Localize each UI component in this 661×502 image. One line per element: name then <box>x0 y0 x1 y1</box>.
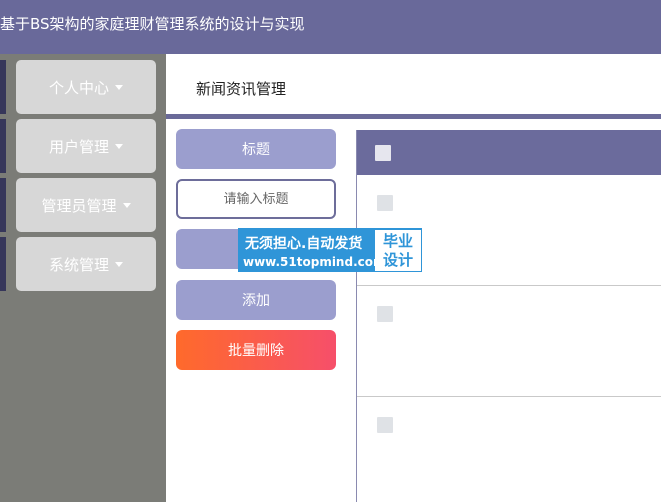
title-label-button[interactable]: 标题 <box>176 129 336 169</box>
caret-down-icon <box>115 84 123 90</box>
watermark-badge-line1: 毕业 <box>382 232 413 250</box>
watermark-text-block: 无须担心.自动发货 www.51topmind.com <box>239 229 386 273</box>
row-checkbox[interactable] <box>377 417 393 433</box>
watermark-banner: 无须担心.自动发货 www.51topmind.com 毕业 设计 <box>238 228 422 272</box>
sidebar-accent-bar <box>0 178 6 232</box>
row-checkbox[interactable] <box>377 195 393 211</box>
header-divider <box>166 114 661 119</box>
sidebar-item-admin-management[interactable]: 管理员管理 <box>16 178 156 232</box>
row-divider <box>357 396 661 397</box>
sidebar: 个人中心 用户管理 管理员管理 系统管理 <box>0 54 166 502</box>
sidebar-item-personal-center[interactable]: 个人中心 <box>16 60 156 114</box>
row-divider <box>357 285 661 286</box>
news-table <box>356 130 661 502</box>
table-header <box>357 130 661 175</box>
caret-down-icon <box>115 143 123 149</box>
sidebar-item-label: 用户管理 <box>48 137 109 156</box>
caret-down-icon <box>115 261 123 267</box>
sidebar-item-user-management[interactable]: 用户管理 <box>16 119 156 173</box>
watermark-badge-line2: 设计 <box>382 251 413 269</box>
row-checkbox[interactable] <box>377 306 393 322</box>
watermark-slogan: 无须担心.自动发货 <box>245 236 363 252</box>
sidebar-accent-bar <box>0 60 6 114</box>
sidebar-accent-bar <box>0 119 6 173</box>
select-all-checkbox[interactable] <box>375 145 391 161</box>
page-header: 新闻资讯管理 <box>166 54 661 114</box>
watermark-badge: 毕业 设计 <box>375 230 421 271</box>
sidebar-item-system-management[interactable]: 系统管理 <box>16 237 156 291</box>
sidebar-item-label: 管理员管理 <box>41 196 117 215</box>
page-title: 新闻资讯管理 <box>196 80 287 98</box>
add-button[interactable]: 添加 <box>176 280 336 320</box>
main-content: 新闻资讯管理 标题 添加 批量删除 <box>166 54 661 502</box>
sidebar-item-label: 系统管理 <box>48 255 109 274</box>
app-title: 基于BS架构的家庭理财管理系统的设计与实现 <box>0 15 305 33</box>
add-button-label: 添加 <box>242 293 270 309</box>
watermark-url: www.51topmind.com <box>243 255 386 269</box>
sidebar-item-label: 个人中心 <box>48 78 109 97</box>
title-search-input[interactable] <box>176 179 336 219</box>
top-header: 基于BS架构的家庭理财管理系统的设计与实现 <box>0 0 661 54</box>
caret-down-icon <box>122 202 131 208</box>
sidebar-accent-bar <box>0 237 6 291</box>
batch-delete-button-label: 批量删除 <box>228 343 284 359</box>
title-label-text: 标题 <box>242 142 270 158</box>
batch-delete-button[interactable]: 批量删除 <box>176 330 336 370</box>
